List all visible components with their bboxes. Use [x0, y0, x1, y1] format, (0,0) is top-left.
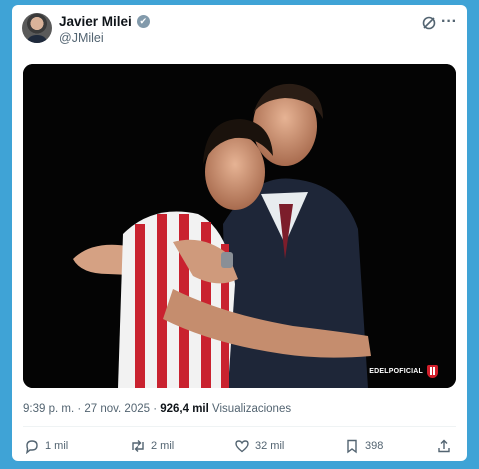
- watermark-text: EDELPOFICIAL: [369, 368, 423, 375]
- repost-count: 2 mil: [151, 440, 175, 452]
- share-button[interactable]: [436, 438, 452, 454]
- avatar-shoulders: [26, 35, 48, 43]
- bookmark-count: 398: [365, 440, 384, 452]
- photo-illustration: [23, 64, 456, 388]
- reply-count: 1 mil: [45, 440, 69, 452]
- reply-icon: [26, 440, 38, 454]
- post-card: Javier Milei ✔ @JMilei ··· EDELPOFICIAL …: [12, 5, 467, 461]
- club-shield-icon: [427, 365, 438, 378]
- share-icon: [438, 439, 450, 453]
- like-icon: [235, 440, 249, 453]
- media-watermark: EDELPOFICIAL: [369, 365, 438, 378]
- divider: [23, 426, 456, 427]
- author-avatar[interactable]: [22, 13, 52, 43]
- author-name-row: Javier Milei ✔: [59, 14, 150, 29]
- post-image[interactable]: EDELPOFICIAL: [23, 64, 456, 388]
- grok-icon[interactable]: [421, 15, 437, 31]
- more-icon[interactable]: ···: [441, 13, 457, 31]
- views-count: 926,4 mil: [160, 403, 209, 415]
- verified-badge-icon: ✔: [136, 15, 150, 28]
- bookmark-icon: [347, 439, 357, 454]
- bookmark-button[interactable]: 398: [344, 438, 383, 454]
- repost-icon: [132, 440, 144, 452]
- action-bar: 1 mil 2 mil 32 mil 398: [24, 438, 454, 456]
- like-button[interactable]: 32 mil: [234, 438, 284, 454]
- reply-button[interactable]: 1 mil: [24, 438, 68, 454]
- author-handle[interactable]: @JMilei: [59, 31, 104, 45]
- like-count: 32 mil: [255, 440, 285, 452]
- post-timestamp[interactable]: 9:39 p. m. · 27 nov. 2025 ·: [23, 403, 157, 415]
- views-label: Visualizaciones: [212, 403, 292, 415]
- repost-button[interactable]: 2 mil: [130, 438, 174, 454]
- post-meta: 9:39 p. m. · 27 nov. 2025 · 926,4 mil Vi…: [23, 403, 291, 415]
- author-name[interactable]: Javier Milei: [59, 14, 132, 29]
